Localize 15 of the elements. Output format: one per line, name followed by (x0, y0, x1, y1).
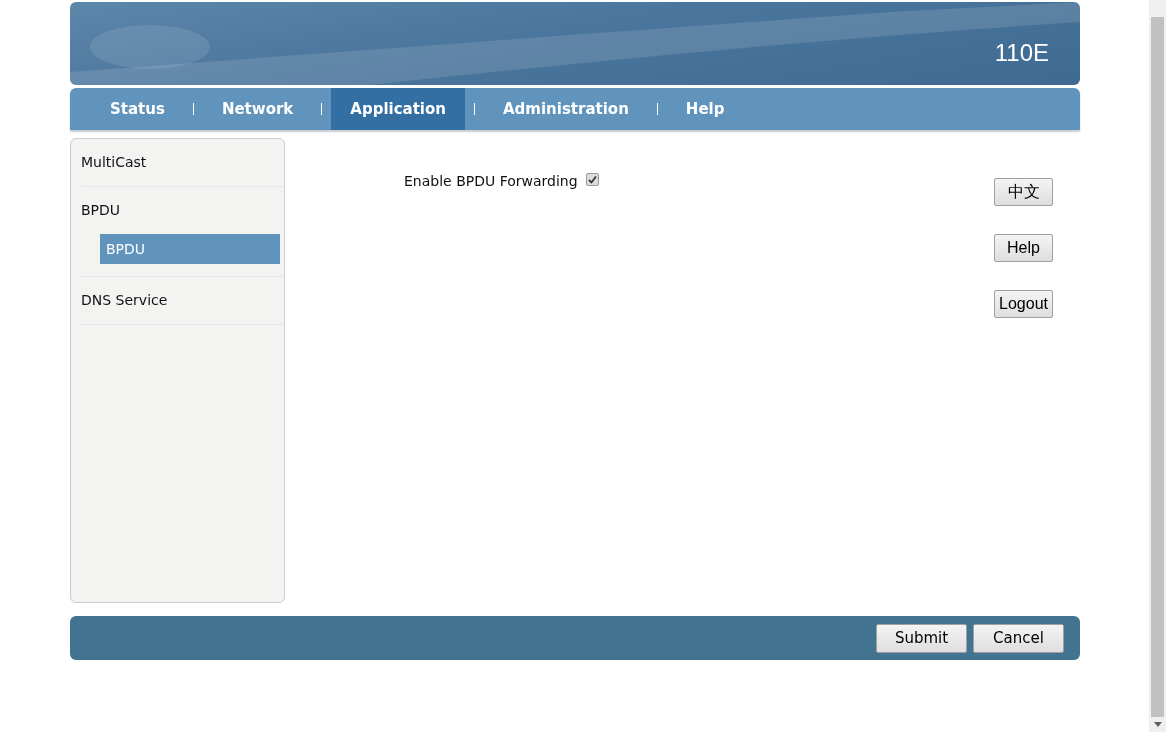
side-button[interactable]: 中文 (994, 178, 1053, 206)
footer-button[interactable]: Cancel (973, 623, 1064, 653)
side-button[interactable]: Help (994, 234, 1053, 262)
forwarding-checkbox[interactable] (585, 173, 599, 186)
option-label: Enable BPDU Forwarding (404, 172, 578, 191)
scrollbar[interactable] (1149, 0, 1166, 732)
scroll-down-icon[interactable] (1153, 722, 1162, 727)
checkmark-icon (587, 175, 597, 184)
sidebar-item[interactable]: MultiCast (81, 152, 284, 174)
footer-button[interactable]: Submit (876, 623, 967, 653)
nav-tab[interactable]: Application (331, 88, 465, 130)
sidebar-item[interactable]: BPDU (81, 200, 284, 222)
side-button[interactable]: Logout (994, 290, 1053, 318)
sidebar-item[interactable]: DNS Service (81, 290, 284, 312)
model-name: 110E (994, 38, 1049, 68)
